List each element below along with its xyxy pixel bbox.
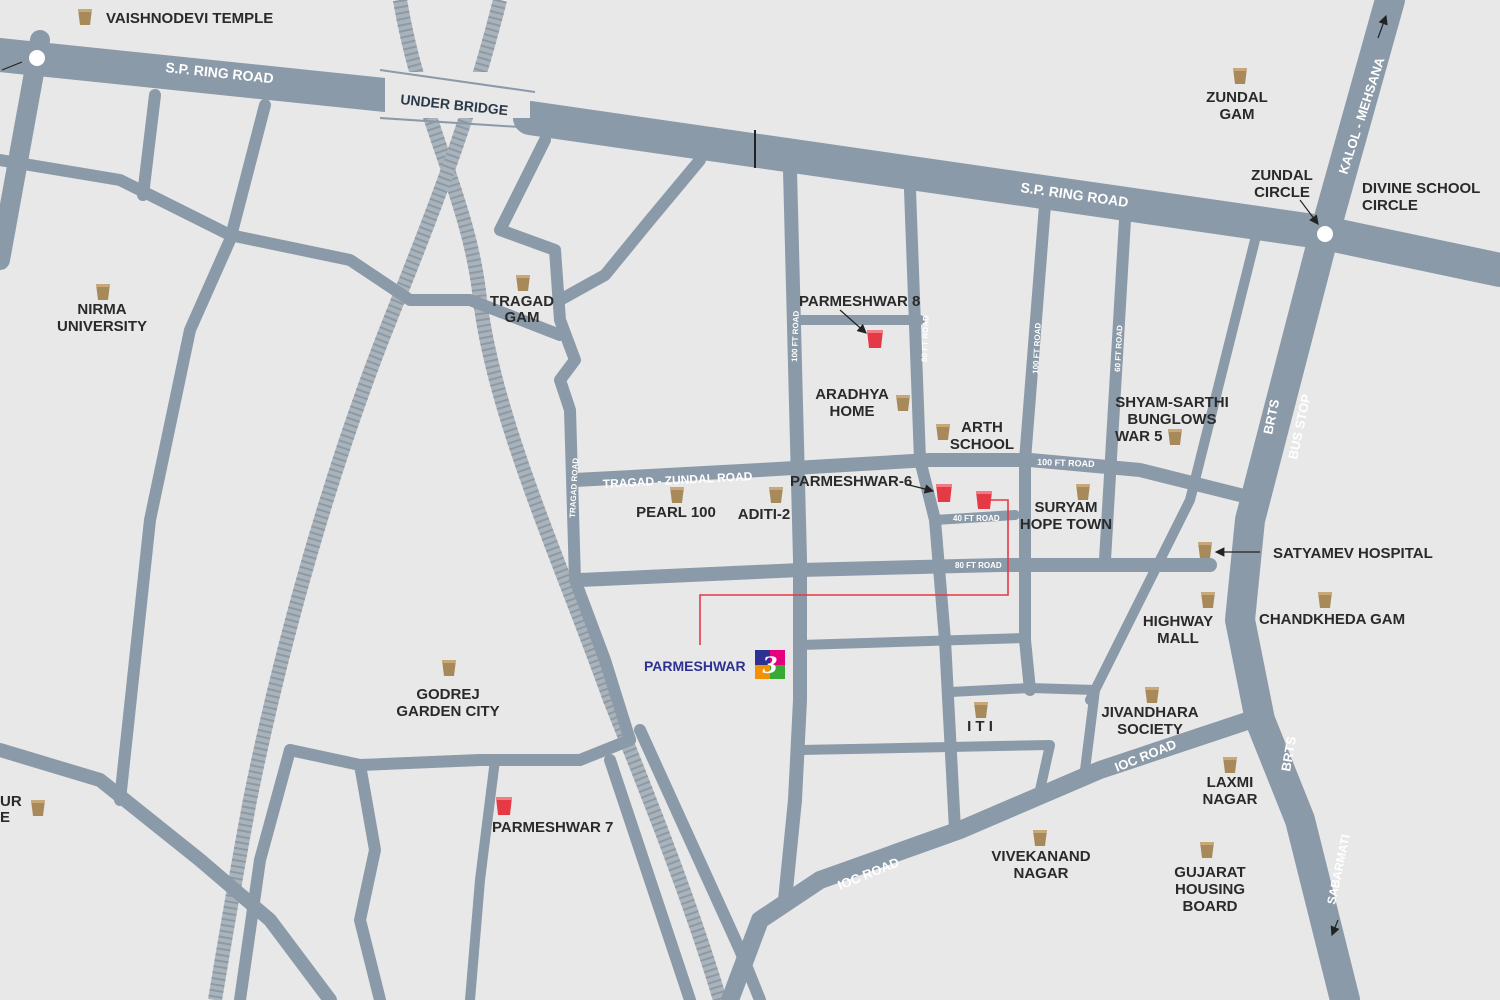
parmeshwar-6b-marker-icon [976,491,992,509]
left-cut-label-1: UR [0,793,22,810]
godrej-garden-city-icon [442,660,456,676]
aradhya-label-2: HOME [830,403,875,420]
brand-logo-icon: 3 [755,650,785,679]
gujarat-label-2: HOUSING [1175,881,1245,898]
80-ft-road-label-horizontal: 80 FT ROAD [955,561,1002,570]
arth-label-2: SCHOOL [950,436,1014,453]
80-ft-road-label-vertical: 80 FT ROAD [920,315,931,362]
highway-mall-label-1: HIGHWAY [1143,613,1213,630]
godrej-label-1: GODREJ [416,686,479,703]
100-ft-road-label-a: 100 FT ROAD [790,310,801,362]
brand-name: PARMESHWAR [644,658,746,674]
laxmi-label-1: LAXMI [1207,774,1254,791]
parmeshwar-6-marker-icon [936,484,952,502]
jivandhara-society-icon [1145,687,1159,703]
laxmi-nagar-icon [1223,757,1237,773]
brand-number: 3 [762,653,777,679]
zundal-gam-icon [1233,68,1247,84]
left-cut-label-2: E [0,809,10,826]
left-edge-landmark-icon [31,800,45,816]
vivekanand-label-2: NAGAR [1014,865,1069,882]
nirma-university-icon [96,284,110,300]
shyam-label-2: BUNGLOWS [1127,411,1216,428]
parmeshwar-8-marker-icon [867,330,883,348]
zundal-gam-label-2: GAM [1220,106,1255,123]
divine-school-label-1: DIVINE SCHOOL [1362,180,1480,197]
iti-icon [974,702,988,718]
chandkheda-label: CHANDKHEDA GAM [1259,611,1405,628]
suryam-hope-town-icon [1076,484,1090,500]
zundal-gam-label-1: ZUNDAL [1206,89,1268,106]
tragad-gam-icon [516,275,530,291]
jivandhara-label-1: JIVANDHARA [1101,704,1198,721]
gujarat-housing-board-icon [1200,842,1214,858]
roundabout-icon [27,48,47,68]
tragad-gam-label-1: TRAGAD [490,293,554,310]
divine-school-label-2: CIRCLE [1362,197,1418,214]
shyam-label-3: WAR 5 [1115,428,1163,445]
highway-mall-label-2: MALL [1157,630,1199,647]
shyam-label-1: SHYAM-SARTHI [1115,394,1229,411]
nirma-label-1: NIRMA [77,301,126,318]
vaishnodevi-label: VAISHNODEVI TEMPLE [106,10,273,27]
aditi-2-label: ADITI-2 [738,506,791,523]
jivandhara-label-2: SOCIETY [1117,721,1183,738]
vivekanand-nagar-icon [1033,830,1047,846]
aradhya-home-icon [896,395,910,411]
zundal-circle-label-1: ZUNDAL [1251,167,1313,184]
shyam-sarthi-icon [1168,429,1182,445]
pearl-100-icon [670,487,684,503]
100-ft-road-label-horizontal: 100 FT ROAD [1037,457,1095,469]
arth-label-1: ARTH [961,419,1003,436]
parmeshwar-7-marker-icon [496,797,512,815]
laxmi-label-2: NAGAR [1203,791,1258,808]
highway-mall-icon [1201,592,1215,608]
zundal-circle-label-2: CIRCLE [1254,184,1310,201]
location-map: UNDER BRIDGE S.P. RING ROAD S.P. RING RO… [0,0,1500,1000]
parmeshwar-8-label: PARMESHWAR 8 [799,293,920,310]
aditi-2-icon [769,487,783,503]
vaishnodevi-temple-icon [78,9,92,25]
vivekanand-label-1: VIVEKANAND [991,848,1090,865]
arth-school-icon [936,424,950,440]
pearl-100-label: PEARL 100 [636,504,716,521]
gujarat-label-1: GUJARAT [1174,864,1245,881]
parmeshwar-7-label: PARMESHWAR 7 [492,819,613,836]
iti-label: I T I [967,718,993,735]
zundal-circle-roundabout-icon [1315,224,1335,244]
nirma-label-2: UNIVERSITY [57,318,147,335]
godrej-label-2: GARDEN CITY [396,703,499,720]
40-ft-road-label: 40 FT ROAD [953,514,1000,523]
satyamev-hospital-icon [1198,542,1212,558]
suryam-label-2: HOPE TOWN [1020,516,1112,533]
gujarat-label-3: BOARD [1183,898,1238,915]
aradhya-label-1: ARADHYA [815,386,889,403]
suryam-label-1: SURYAM [1034,499,1097,516]
satyamev-label: SATYAMEV HOSPITAL [1273,545,1433,562]
parmeshwar-6-label: PARMESHWAR-6 [790,473,912,490]
chandkheda-gam-icon [1318,592,1332,608]
tragad-gam-label-2: GAM [505,309,540,326]
